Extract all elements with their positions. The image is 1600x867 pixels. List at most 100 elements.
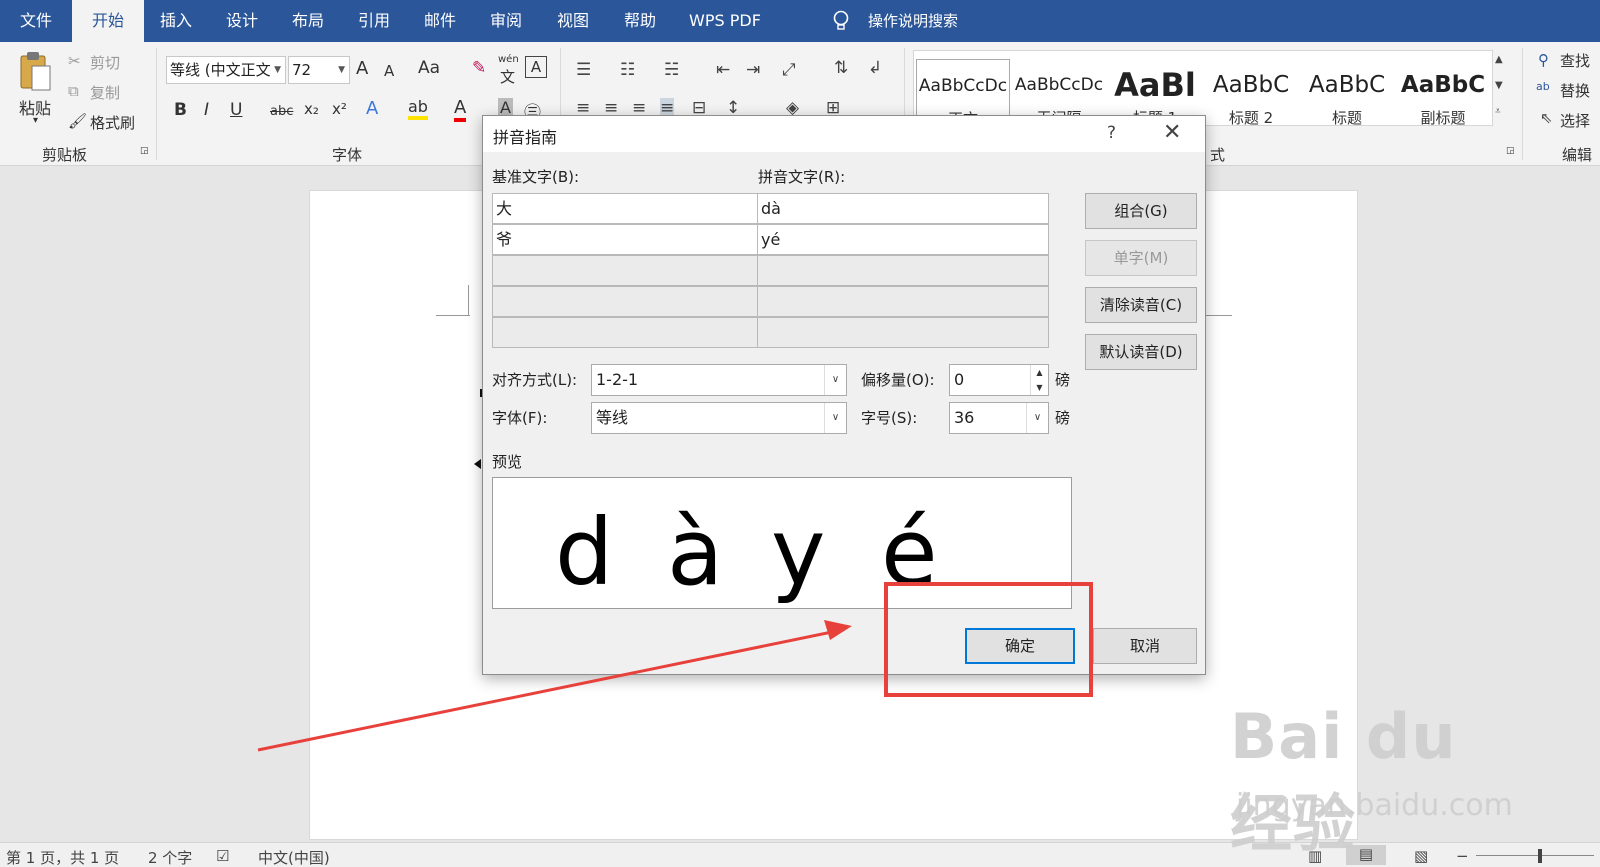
font-select[interactable]: 等线 ∨ (591, 402, 847, 434)
tab-help[interactable]: 帮助 (612, 0, 668, 42)
paste-icon[interactable] (18, 50, 52, 94)
styles-launcher-icon[interactable]: ◲ (1506, 146, 1515, 156)
chevron-down-icon[interactable]: ∨ (824, 365, 846, 395)
ruby-text-cell[interactable] (757, 286, 1049, 317)
watermark-url: jingyan.baidu.com (1236, 788, 1513, 823)
increase-indent-icon[interactable]: ⇥ (746, 60, 760, 80)
tab-mailings[interactable]: 邮件 (412, 0, 468, 42)
style-subtitle[interactable]: AaBbC 副标题 (1396, 59, 1490, 133)
copy-button[interactable]: 复制 (90, 82, 120, 103)
text-direction-icon[interactable]: ⤢ (782, 60, 796, 80)
tab-review[interactable]: 审阅 (478, 0, 534, 42)
select-button[interactable]: 选择 (1560, 110, 1590, 131)
sort-icon[interactable]: ⇅ (834, 58, 848, 78)
paste-dropdown-icon[interactable]: ▾ (33, 115, 38, 126)
find-button[interactable]: 查找 (1560, 50, 1590, 71)
base-text-cell[interactable]: 大 (492, 193, 758, 224)
tell-me-search[interactable]: 操作说明搜索 (868, 0, 958, 42)
proofing-icon[interactable]: ☑ (216, 847, 229, 865)
group-button[interactable]: 组合(G) (1085, 193, 1197, 229)
dialog-titlebar[interactable]: 拼音指南 ? ✕ (483, 116, 1205, 152)
base-text-cell[interactable]: 爷 (492, 224, 758, 255)
tab-wps-pdf[interactable]: WPS PDF (680, 0, 770, 42)
phonetic-guide-top[interactable]: wén (498, 54, 519, 65)
page-count[interactable]: 第 1 页，共 1 页 (6, 847, 119, 867)
font-size-combo[interactable]: 72 ▼ (288, 56, 350, 84)
chevron-down-icon[interactable]: ∨ (1026, 403, 1048, 433)
change-case-button[interactable]: Aa (418, 58, 440, 78)
bullets-icon[interactable]: ☰ (576, 60, 591, 80)
highlight-color-icon[interactable]: ab (408, 98, 428, 120)
chevron-down-icon: ▼ (274, 65, 281, 75)
base-text-cell[interactable] (492, 286, 758, 317)
zoom-slider-thumb[interactable] (1538, 849, 1542, 863)
multilevel-list-icon[interactable]: ☵ (664, 60, 679, 80)
replace-icon: ab (1536, 80, 1550, 93)
gallery-down-icon[interactable]: ▼ (1495, 80, 1503, 91)
text-effects-icon[interactable]: A (366, 98, 378, 119)
replace-button[interactable]: 替换 (1560, 80, 1590, 101)
tab-insert[interactable]: 插入 (148, 0, 204, 42)
baidu-watermark: Bai du 经验 jingyan.baidu.com (1230, 700, 1530, 860)
alignment-label: 对齐方式(L): (492, 371, 578, 389)
tab-home[interactable]: 开始 (72, 0, 144, 42)
subscript-button[interactable]: x₂ (304, 100, 319, 118)
clear-format-icon[interactable]: ✎ (472, 58, 486, 78)
ruby-text-cell[interactable] (757, 317, 1049, 348)
search-icon: ⚲ (1538, 51, 1549, 69)
numbering-icon[interactable]: ☷ (620, 60, 635, 80)
character-border-button[interactable]: A (525, 56, 547, 78)
mono-button[interactable]: 单字(M) (1085, 240, 1197, 276)
copy-icon: ⧉ (68, 82, 79, 100)
gallery-more-icon[interactable]: ⩡ (1495, 106, 1501, 117)
word-count[interactable]: 2 个字 (148, 847, 192, 867)
close-icon[interactable]: ✕ (1163, 120, 1181, 145)
format-painter-button[interactable]: 格式刷 (90, 112, 135, 133)
size-select[interactable]: 36 ∨ (949, 402, 1049, 434)
clipboard-launcher-icon[interactable]: ◲ (140, 146, 149, 156)
strikethrough-button[interactable]: abc (270, 104, 293, 119)
cut-button[interactable]: 剪切 (90, 52, 120, 73)
style-heading-2[interactable]: AaBbC 标题 2 (1204, 59, 1298, 133)
tab-view[interactable]: 视图 (545, 0, 601, 42)
style-title[interactable]: AaBbC 标题 (1300, 59, 1394, 133)
base-text-cell[interactable] (492, 255, 758, 286)
alignment-value: 1-2-1 (596, 370, 639, 389)
preview-label: 预览 (492, 453, 523, 471)
cancel-button[interactable]: 取消 (1093, 628, 1197, 664)
gallery-up-icon[interactable]: ▲ (1495, 54, 1503, 65)
size-value: 36 (954, 408, 975, 427)
chevron-down-icon: ▼ (338, 65, 345, 75)
tab-file[interactable]: 文件 (8, 0, 64, 42)
dialog-title: 拼音指南 (493, 128, 558, 147)
preview-char: y (771, 499, 826, 606)
ruby-text-cell[interactable]: dà (757, 193, 1049, 224)
spin-up-icon[interactable]: ▲ (1030, 365, 1048, 380)
ruby-text-cell[interactable] (757, 255, 1049, 286)
spin-down-icon[interactable]: ▼ (1030, 380, 1048, 395)
ruby-text-cell[interactable]: yé (757, 224, 1049, 255)
italic-button[interactable]: I (204, 100, 209, 120)
tab-design[interactable]: 设计 (214, 0, 270, 42)
shrink-font-button[interactable]: A (384, 62, 394, 80)
help-button[interactable]: ? (1107, 123, 1116, 143)
tab-layout[interactable]: 布局 (280, 0, 336, 42)
size-label: 字号(S): (861, 409, 918, 427)
chevron-down-icon[interactable]: ∨ (824, 403, 846, 433)
superscript-button[interactable]: x² (332, 100, 347, 118)
phonetic-guide-button[interactable]: 文 (500, 66, 515, 87)
underline-button[interactable]: U (230, 100, 242, 120)
decrease-indent-icon[interactable]: ⇤ (716, 60, 730, 80)
font-name-combo[interactable]: 等线 (中文正文 ▼ (166, 56, 286, 84)
language-indicator[interactable]: 中文(中国) (258, 847, 330, 867)
bold-button[interactable]: B (174, 100, 187, 120)
alignment-select[interactable]: 1-2-1 ∨ (591, 364, 847, 396)
tab-references[interactable]: 引用 (346, 0, 402, 42)
grow-font-button[interactable]: A (356, 58, 368, 79)
base-text-cell[interactable] (492, 317, 758, 348)
show-marks-icon[interactable]: ↲ (868, 58, 882, 78)
offset-input[interactable]: 0 ▲ ▼ (949, 364, 1049, 396)
clear-reading-button[interactable]: 清除读音(C) (1085, 287, 1197, 323)
default-reading-button[interactable]: 默认读音(D) (1085, 334, 1197, 370)
font-color-icon[interactable]: A (454, 98, 467, 122)
